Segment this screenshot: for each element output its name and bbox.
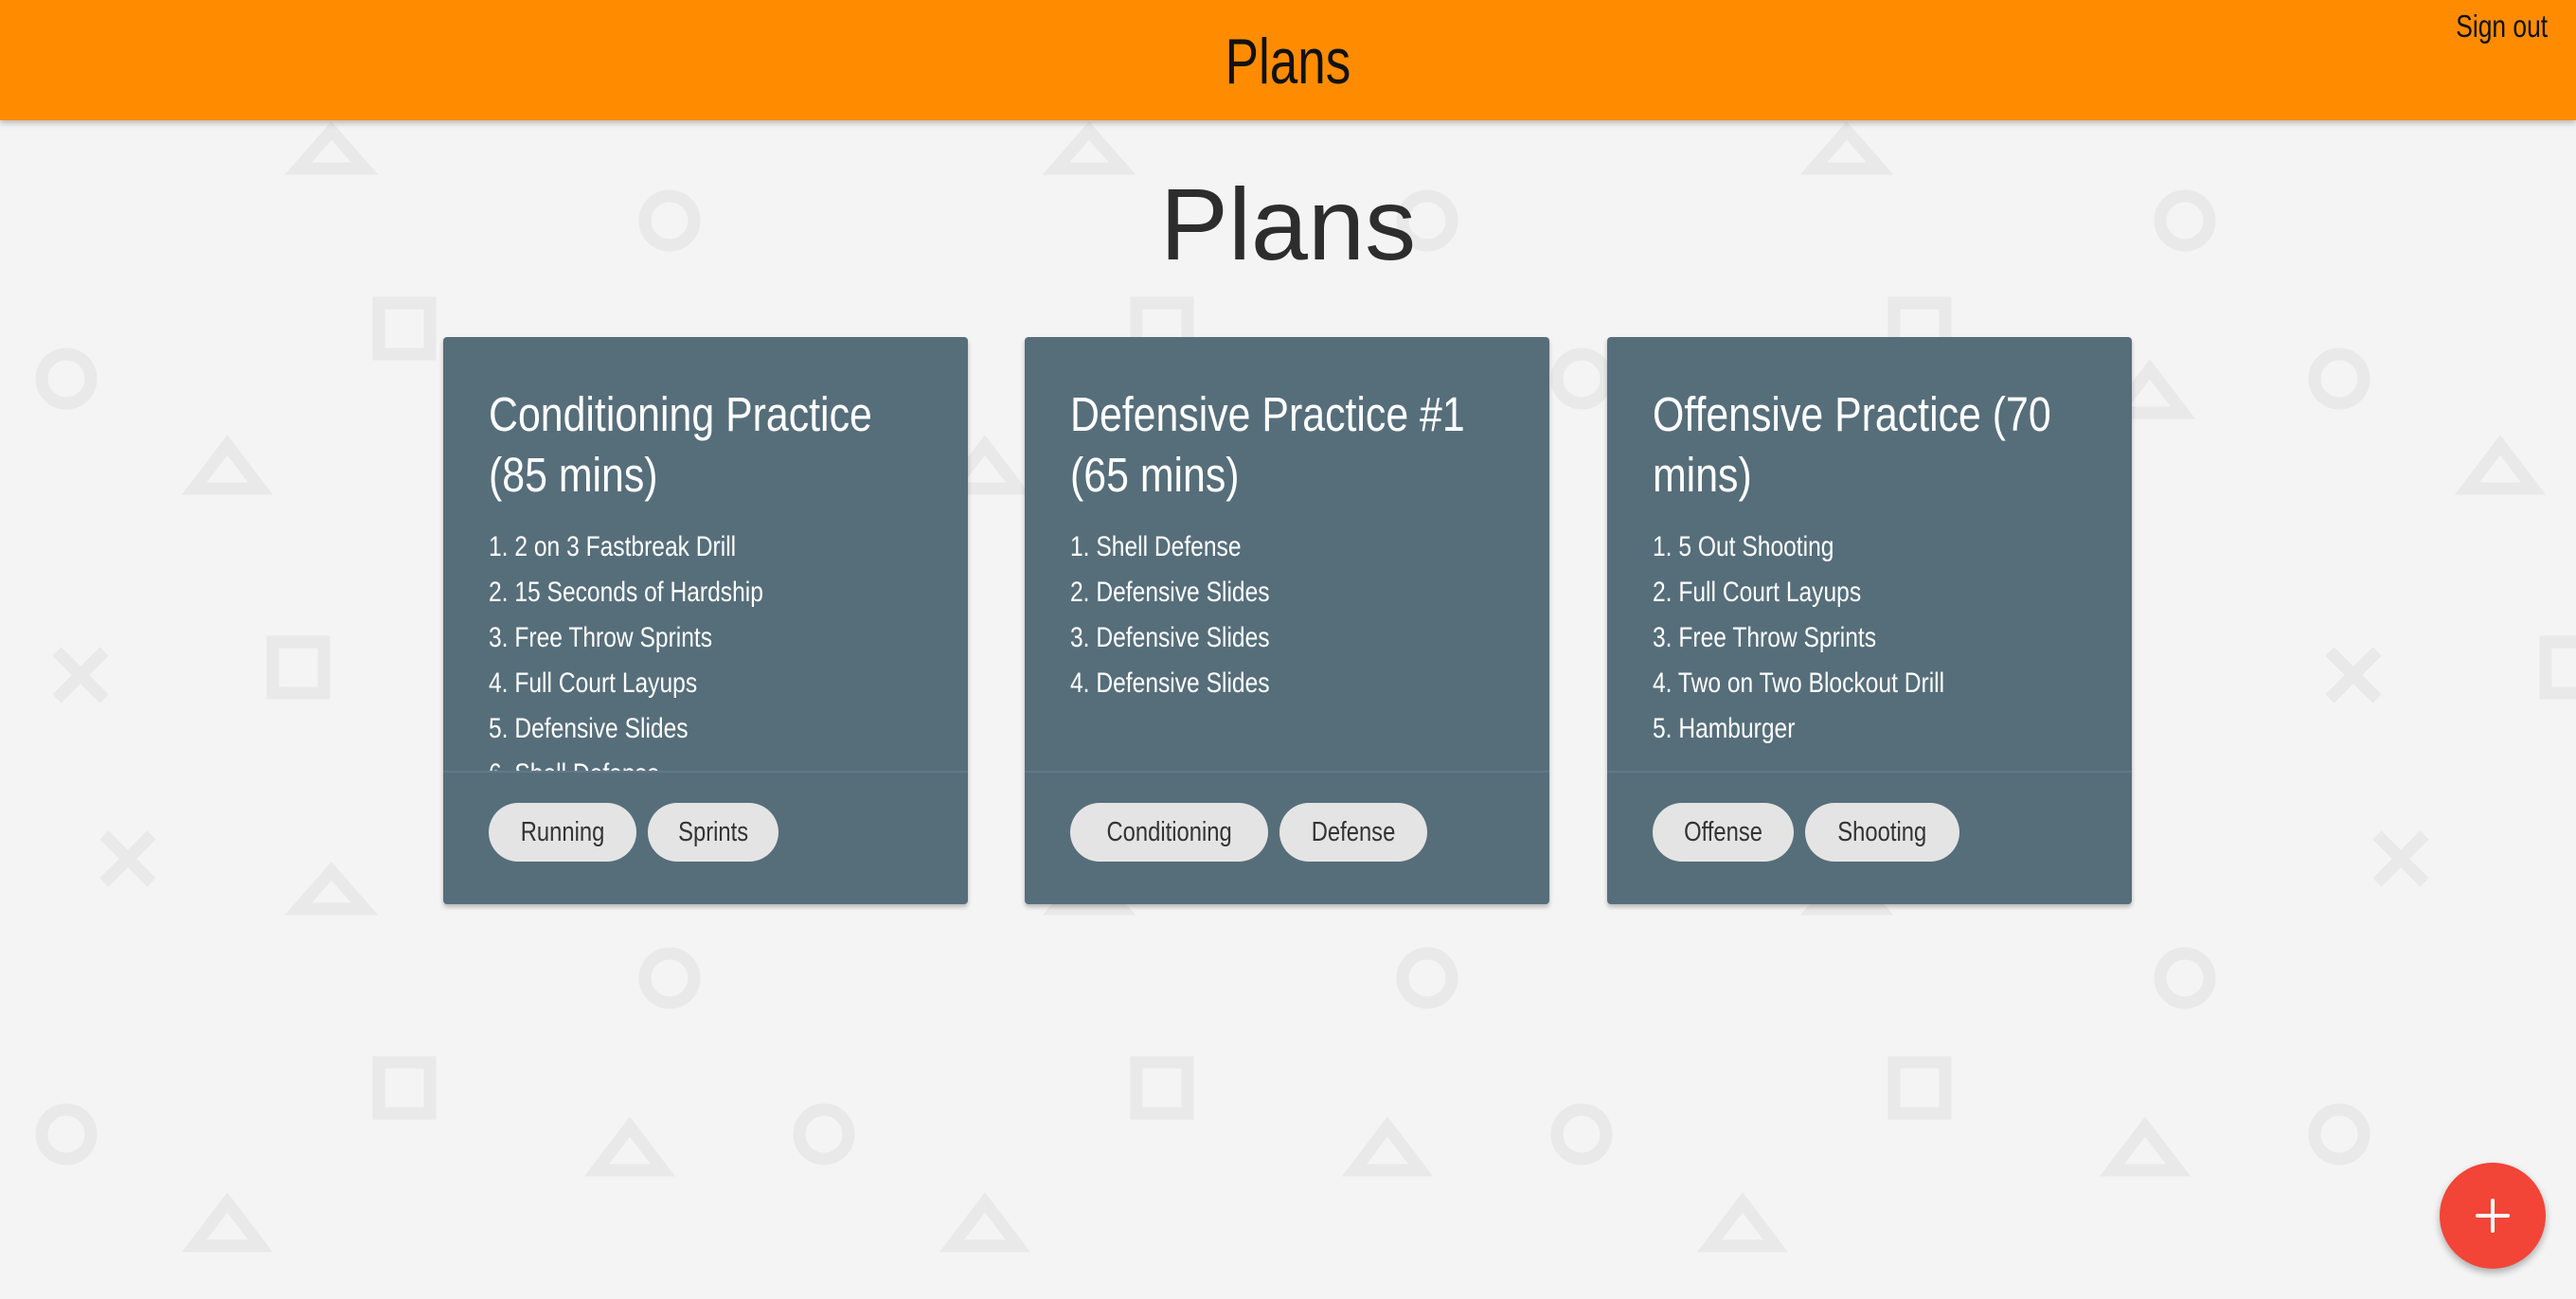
tag-chip-running[interactable]: Running [489, 803, 637, 862]
page-title: Plans [1159, 167, 1417, 281]
plan-card-body: Defensive Practice #1 (65 mins) 1. Shell… [1070, 337, 1512, 773]
plan-card-footer: Running Sprints [443, 771, 968, 904]
plan-title: Offensive Practice (70 mins) [1653, 387, 2051, 502]
plan-card-conditioning[interactable]: Conditioning Practice (85 mins) 1. 2 on … [443, 337, 968, 904]
plus-icon [2476, 1199, 2510, 1233]
plan-card-footer: Conditioning Defense [1025, 771, 1549, 904]
plan-title: Defensive Practice #1 (65 mins) [1070, 387, 1465, 502]
drill-item: 4. Full Court Layups [489, 667, 698, 699]
drill-item: 3. Free Throw Sprints [1653, 622, 1877, 653]
drill-item: 3. Defensive Slides [1070, 622, 1270, 653]
tag-label: Defense [1311, 817, 1396, 847]
tag-list: Conditioning Defense [1070, 803, 1428, 862]
tag-label: Shooting [1837, 817, 1927, 847]
drill-item: 5. Defensive Slides [489, 713, 689, 744]
tag-chip-offense[interactable]: Offense [1653, 803, 1795, 862]
drill-item: 2. Defensive Slides [1070, 577, 1270, 608]
plan-card-footer: Offense Shooting [1607, 771, 2132, 904]
drill-item: 6. Shell Defense [489, 752, 850, 773]
tag-label: Conditioning [1106, 817, 1232, 847]
plan-card-defensive[interactable]: Defensive Practice #1 (65 mins) 1. Shell… [1025, 337, 1549, 904]
app-header: Plans Sign out [0, 0, 2576, 120]
drill-item: 2. 15 Seconds of Hardship [489, 577, 763, 608]
drill-item: 2. Full Court Layups [1653, 577, 1862, 608]
plan-title: Conditioning Practice (85 mins) [489, 387, 872, 502]
drill-list: 1. 2 on 3 Fastbreak Drill 2. 15 Seconds … [489, 525, 930, 773]
tag-list: Running Sprints [489, 803, 779, 862]
plan-card-body: Conditioning Practice (85 mins) 1. 2 on … [489, 337, 930, 773]
drill-item: 1. 2 on 3 Fastbreak Drill [489, 531, 737, 562]
drill-list: 1. Shell Defense 2. Defensive Slides 3. … [1070, 525, 1512, 706]
tag-chip-sprints[interactable]: Sprints [648, 803, 779, 862]
tag-chip-shooting[interactable]: Shooting [1805, 803, 1959, 862]
plan-card-body: Offensive Practice (70 mins) 1. 5 Out Sh… [1653, 337, 2094, 773]
sign-out-link[interactable]: Sign out [2456, 6, 2548, 47]
drill-item: 3. Free Throw Sprints [489, 622, 713, 653]
add-plan-button[interactable] [2440, 1163, 2546, 1269]
drill-item: 1. 5 Out Shooting [1653, 531, 1834, 562]
tag-chip-conditioning[interactable]: Conditioning [1070, 803, 1269, 862]
plan-card-offensive[interactable]: Offensive Practice (70 mins) 1. 5 Out Sh… [1607, 337, 2132, 904]
drill-item: 5. Hamburger [1653, 713, 1796, 744]
drill-list: 1. 5 Out Shooting 2. Full Court Layups 3… [1653, 525, 2094, 752]
drill-item: 1. Shell Defense [1070, 531, 1242, 562]
header-title: Plans [1225, 26, 1351, 98]
tag-label: Offense [1684, 817, 1762, 847]
tag-list: Offense Shooting [1653, 803, 1959, 862]
tag-label: Running [520, 817, 605, 847]
drill-item: 4. Two on Two Blockout Drill [1653, 667, 1945, 699]
tag-label: Sprints [678, 817, 749, 847]
tag-chip-defense[interactable]: Defense [1279, 803, 1428, 862]
drill-item: 4. Defensive Slides [1070, 667, 1270, 699]
